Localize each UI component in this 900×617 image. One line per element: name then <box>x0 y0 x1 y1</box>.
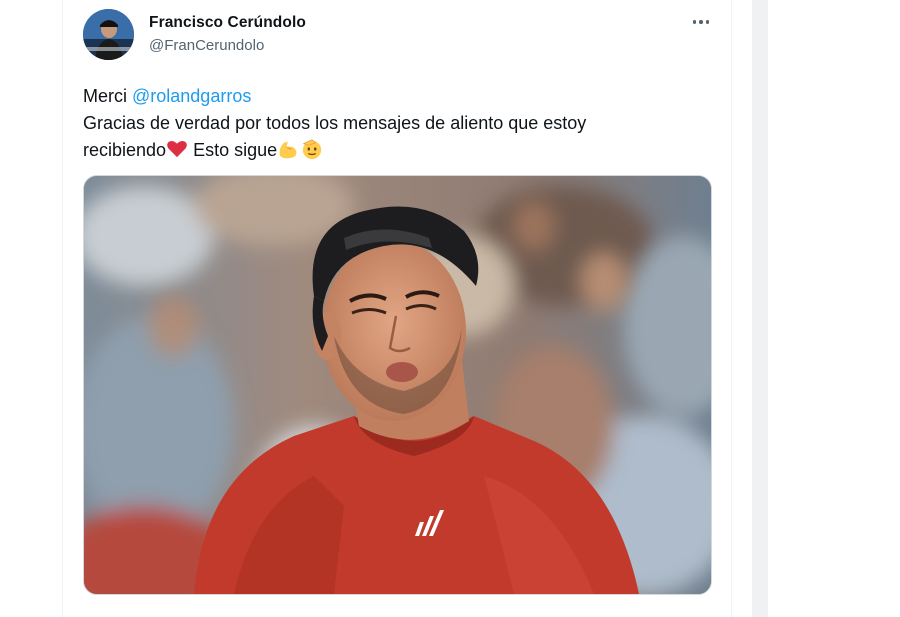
author-display-name[interactable]: Francisco Cerúndolo <box>149 14 306 32</box>
mention-link[interactable]: @rolandgarros <box>132 86 251 106</box>
tweet-line-1: Merci @rolandgarros <box>83 83 683 110</box>
left-rail <box>0 0 62 617</box>
tweet-line-3: recibiendo Esto sigue <box>83 137 683 164</box>
ellipsis-icon[interactable] <box>689 12 713 32</box>
saluting-face-icon <box>302 139 322 160</box>
tweet-photo[interactable] <box>83 175 712 595</box>
tweet-line-2: Gracias de verdad por todos los mensajes… <box>83 113 587 133</box>
tweet-text: Merci @rolandgarros Gracias de verdad po… <box>83 83 683 164</box>
tweet-text-part: recibiendo <box>83 140 167 160</box>
author-block[interactable]: Francisco Cerúndolo @FranCerundolo <box>149 14 306 54</box>
red-heart-icon <box>167 140 187 158</box>
tweet-card[interactable]: Francisco Cerúndolo @FranCerundolo Merci… <box>62 0 732 617</box>
avatar[interactable] <box>83 9 134 60</box>
author-handle[interactable]: @FranCerundolo <box>149 37 306 54</box>
flexed-biceps-icon <box>279 142 297 159</box>
scrollbar[interactable] <box>752 0 768 617</box>
tweet-text-prefix: Merci <box>83 86 132 106</box>
tweet-text-part: Esto sigue <box>188 140 278 160</box>
right-panel <box>768 0 900 617</box>
